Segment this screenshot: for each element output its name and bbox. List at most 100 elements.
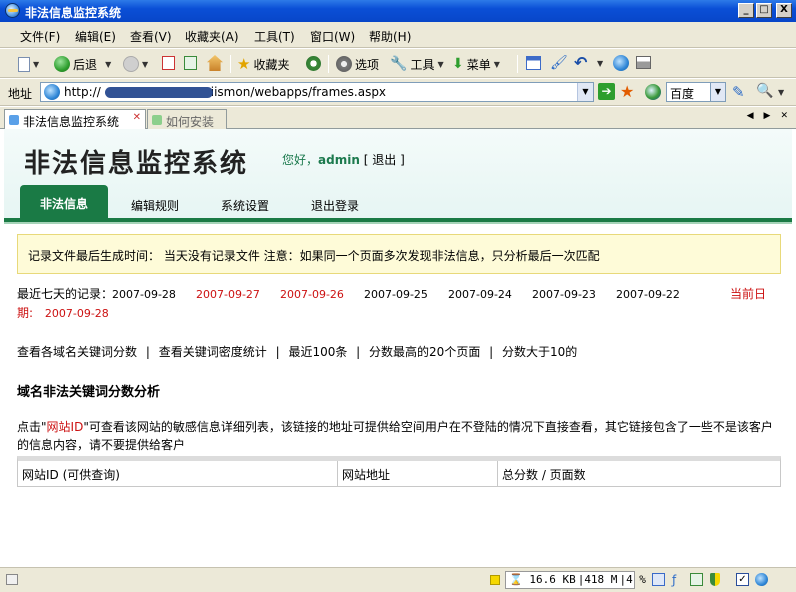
page-icon	[152, 115, 162, 125]
globe-icon[interactable]	[645, 84, 661, 100]
menu-edit[interactable]: 编辑(E)	[75, 28, 116, 45]
history-icon[interactable]	[306, 56, 321, 71]
link-latest-100[interactable]: 最近100条	[288, 345, 347, 359]
cpu-usage: 4 %	[626, 573, 646, 586]
note-icon[interactable]	[490, 575, 500, 585]
current-date-label: 当前日	[730, 287, 767, 301]
new-page-button[interactable]: ▼	[18, 54, 39, 74]
current-date-row: 期: 2007-09-28	[17, 305, 109, 322]
recent-label: 最近七天的记录：	[17, 287, 114, 301]
printer-icon[interactable]	[636, 56, 651, 69]
menu-button[interactable]: ⬇ 菜单 ▼	[452, 54, 500, 74]
new-page-icon	[18, 56, 30, 72]
favorites-button[interactable]: ★ 收藏夹	[237, 54, 289, 74]
options-label: 选项	[355, 57, 380, 72]
menu-help[interactable]: 帮助(H)	[369, 28, 411, 45]
favorite-star-icon[interactable]: ★	[620, 82, 634, 101]
link-domain-keyword-score[interactable]: 查看各域名关键词分数	[17, 345, 137, 359]
date-link[interactable]: 2007-09-25	[364, 286, 428, 303]
menu-file[interactable]: 文件(F)	[20, 28, 60, 45]
site-id-hint: 网站ID	[46, 420, 84, 434]
current-date: 2007-09-28	[44, 307, 109, 320]
date-link[interactable]: 2007-09-28	[112, 286, 176, 303]
score-table: 网站ID (可供查询) 网站地址 总分数 / 页面数	[17, 456, 781, 487]
tab-bar: 非法信息监控系统 ✕ 如何安装 ◀ ▶ ✕	[0, 107, 796, 130]
menu-favorites[interactable]: 收藏夹(A)	[185, 28, 239, 45]
nav-edit-rules[interactable]: 编辑规则	[120, 187, 190, 218]
recent-records: 最近七天的记录： 2007-09-28 2007-09-27 2007-09-2…	[17, 286, 781, 320]
chevron-down-icon[interactable]: ▼	[577, 83, 593, 101]
date-link[interactable]: 2007-09-26	[280, 286, 344, 303]
checkbox-icon[interactable]: ✓	[736, 573, 749, 586]
maximize-button[interactable]: □	[756, 3, 772, 18]
section-title: 域名非法关键词分数分析	[17, 385, 161, 400]
notice-box: 记录文件最后生成时间： 当天没有记录文件 注意：如果同一个页面多次发现非法信息，…	[17, 234, 781, 274]
nav-illegal-info[interactable]: 非法信息	[20, 185, 108, 218]
ie-icon[interactable]	[613, 55, 629, 71]
forward-arrow-icon	[123, 56, 139, 72]
date-link[interactable]: 2007-09-24	[448, 286, 512, 303]
window-title: 非法信息监控系统	[25, 6, 122, 20]
table-header-score: 总分数 / 页面数	[502, 468, 586, 482]
link-separator: |	[489, 345, 494, 359]
refresh-icon[interactable]	[184, 56, 197, 70]
chevron-down-icon[interactable]: ▼	[778, 88, 784, 97]
options-button[interactable]: 选项	[336, 54, 379, 74]
tab-label: 非法信息监控系统	[23, 115, 120, 129]
tab-scroll-left-icon[interactable]: ◀	[747, 111, 754, 121]
browser-toolbar: ▼ 后退 ▼ ▼ ★ 收藏夹 选项 🔧 工具 ▼ ⬇ 菜单 ▼ 🖌 ↶ ▼	[0, 49, 796, 78]
forward-button[interactable]: ▼	[123, 54, 148, 74]
close-button[interactable]: X	[776, 3, 792, 18]
redacted-host	[105, 87, 213, 98]
close-icon[interactable]: ✕	[133, 112, 141, 123]
address-label: 地址	[8, 87, 33, 101]
stop-icon[interactable]	[162, 56, 175, 70]
go-arrow-icon[interactable]: ➔	[598, 83, 615, 100]
back-button[interactable]: 后退 ▼	[54, 54, 111, 74]
date-link[interactable]: 2007-09-27	[196, 286, 260, 303]
tools-button[interactable]: 🔧 工具 ▼	[390, 54, 444, 74]
chevron-down-icon: ▼	[100, 59, 112, 69]
page-status-icon	[6, 574, 18, 585]
link-top-20-pages[interactable]: 分数最高的20个页面	[369, 345, 480, 359]
chevron-down-icon[interactable]: ▼	[597, 59, 603, 68]
shield-icon[interactable]	[710, 573, 720, 586]
nav-logout[interactable]: 退出登录	[300, 187, 370, 218]
address-input[interactable]: http://iismon/webapps/frames.aspx ▼	[40, 82, 594, 102]
table-header-site-id: 网站ID (可供查询)	[18, 461, 338, 486]
tab-monitor-system[interactable]: 非法信息监控系统 ✕	[4, 109, 146, 130]
tab-scroll-right-icon[interactable]: ▶	[764, 111, 771, 121]
undo-icon[interactable]: ↶	[574, 53, 587, 72]
gear-icon	[336, 56, 352, 72]
layout-icon[interactable]	[526, 56, 541, 70]
home-icon[interactable]	[207, 55, 223, 71]
hourglass-icon: ⌛	[509, 573, 523, 586]
window-icon[interactable]	[652, 573, 665, 586]
script-icon[interactable]: ƒ	[672, 573, 685, 587]
nav-divider-shadow	[4, 222, 792, 224]
menu-view[interactable]: 查看(V)	[130, 28, 172, 45]
highlight-pen-icon[interactable]: ✎	[732, 83, 745, 101]
logout-link[interactable]: 退出	[372, 153, 396, 167]
link-score-over-10[interactable]: 分数大于10的	[502, 345, 577, 359]
menu-tools[interactable]: 工具(T)	[254, 28, 295, 45]
report-links: 查看各域名关键词分数 | 查看关键词密度统计 | 最近100条 | 分数最高的2…	[17, 343, 577, 360]
link-keyword-density[interactable]: 查看关键词密度统计	[159, 345, 267, 359]
close-tab-icon[interactable]: ✕	[780, 111, 788, 121]
chevron-down-icon[interactable]: ▼	[710, 82, 726, 102]
brush-icon[interactable]: 🖌	[550, 55, 568, 71]
back-label: 后退	[73, 57, 98, 72]
grid-icon[interactable]	[690, 573, 703, 586]
date-link[interactable]: 2007-09-23	[532, 286, 596, 303]
link-separator: |	[145, 345, 150, 359]
table-header-site-url: 网站地址	[338, 461, 498, 486]
globe-icon[interactable]	[755, 573, 768, 586]
search-icon[interactable]: 🔍	[756, 83, 773, 99]
date-link[interactable]: 2007-09-22	[616, 286, 680, 303]
nav-system-settings[interactable]: 系统设置	[210, 187, 280, 218]
tab-how-to-install[interactable]: 如何安装	[147, 109, 227, 129]
menu-window[interactable]: 窗口(W)	[310, 28, 355, 45]
minimize-button[interactable]: _	[738, 3, 754, 18]
greeting-text: 您好，	[282, 153, 319, 167]
link-separator: |	[356, 345, 361, 359]
